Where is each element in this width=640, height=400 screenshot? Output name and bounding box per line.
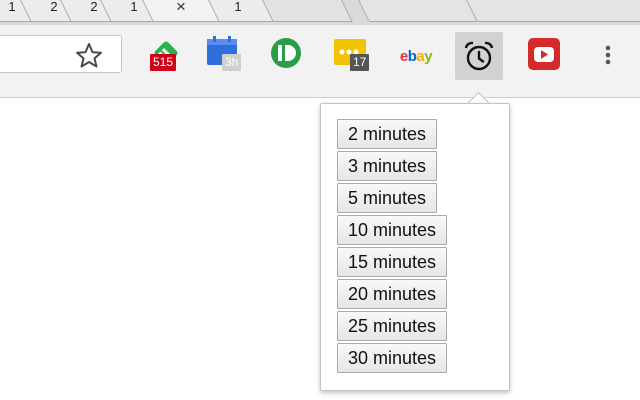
tab-4-label: 1 <box>130 0 138 14</box>
extension-alarm[interactable] <box>455 32 503 80</box>
tab-strip: 1 2 2 1 × 1 <box>0 0 640 26</box>
browser-menu-button[interactable] <box>588 35 628 75</box>
ebay-icon: ebay <box>400 48 434 65</box>
extension-youtube[interactable] <box>524 35 564 75</box>
browser-toolbar: 515 3h 17 ebay <box>0 25 640 98</box>
tab-2-label: 2 <box>50 0 58 14</box>
new-tab-button[interactable] <box>259 0 353 22</box>
timer-button-30[interactable]: 30 minutes <box>337 343 448 373</box>
extension-feedly[interactable]: 515 <box>146 35 186 75</box>
timer-button-15[interactable]: 15 minutes <box>337 247 448 277</box>
tab-3-label: 2 <box>90 0 98 14</box>
timer-button-2[interactable]: 2 minutes <box>337 119 438 149</box>
extension-ebay[interactable]: ebay <box>396 35 436 75</box>
alarm-clock-icon <box>464 41 494 71</box>
extension-calendar[interactable]: 3h <box>204 35 244 75</box>
calendar-badge: 3h <box>222 54 242 71</box>
timer-button-20[interactable]: 20 minutes <box>337 279 448 309</box>
timer-button-10[interactable]: 10 minutes <box>337 215 448 245</box>
omnibox[interactable] <box>0 35 122 73</box>
pushbullet-icon <box>271 38 301 68</box>
timer-button-5[interactable]: 5 minutes <box>337 183 438 213</box>
feedly-badge: 515 <box>150 54 177 71</box>
ebay-letter-e: e <box>400 48 408 65</box>
address-input[interactable] <box>3 42 67 68</box>
ebay-letter-b: b <box>408 48 417 65</box>
tab-8[interactable] <box>463 0 640 22</box>
svg-text:ebay: ebay <box>400 48 433 65</box>
extension-messages[interactable]: 17 <box>332 35 372 75</box>
tab-6-label: 1 <box>234 0 242 14</box>
timer-button-25[interactable]: 25 minutes <box>337 311 448 341</box>
messages-badge: 17 <box>350 54 370 71</box>
timer-button-3[interactable]: 3 minutes <box>337 151 438 181</box>
bookmark-star-icon[interactable] <box>74 42 104 68</box>
tab-close-icon[interactable]: × <box>176 0 186 17</box>
ebay-letter-y: y <box>424 48 433 65</box>
extension-pushbullet[interactable] <box>266 35 306 75</box>
kebab-menu-icon <box>605 45 611 65</box>
youtube-icon <box>528 38 560 70</box>
tab-7[interactable] <box>355 0 479 22</box>
tab-1-label: 1 <box>8 0 16 14</box>
